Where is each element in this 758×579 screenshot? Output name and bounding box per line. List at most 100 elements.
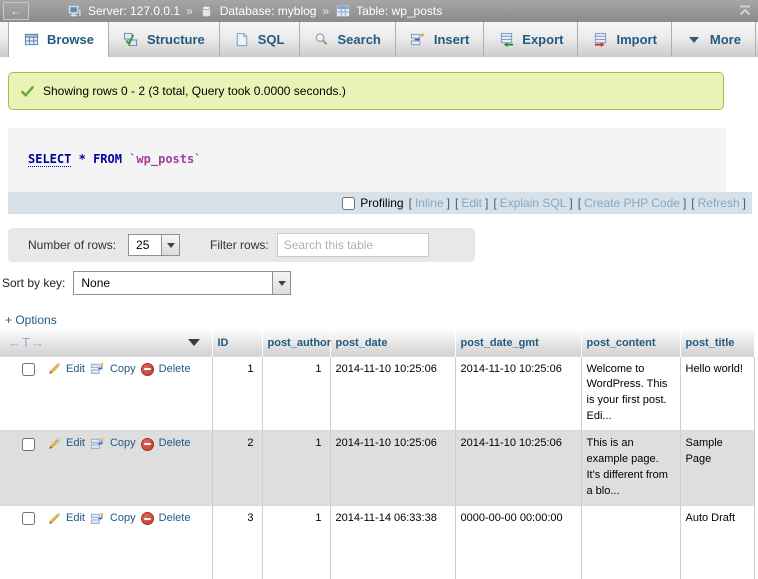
breadcrumb-separator: »: [186, 4, 193, 18]
delete-icon: [141, 512, 154, 525]
create-php-code-link[interactable]: Create PHP Code: [584, 196, 680, 210]
profiling-link-explain: [Explain SQL]: [493, 196, 572, 210]
database-icon: [199, 3, 215, 19]
sql-query-box: SELECT * FROM `wp_posts`: [8, 128, 726, 192]
back-arrow-icon: ←: [10, 4, 22, 18]
tab-more[interactable]: More: [672, 22, 756, 57]
bracket: [: [493, 196, 496, 210]
row-checkbox[interactable]: [22, 363, 35, 376]
search-icon: [314, 32, 330, 48]
edit-link[interactable]: Edit: [66, 362, 85, 378]
edit-pencil-icon: [46, 362, 61, 377]
copy-link[interactable]: Copy: [110, 511, 136, 527]
table-row: Edit Copy Delete 3 1 2014-11-14 06:33:38…: [0, 506, 754, 579]
edit-link[interactable]: Edit: [66, 436, 85, 452]
sort-by-key-select[interactable]: None: [73, 271, 291, 295]
explain-sql-link[interactable]: Explain SQL: [500, 196, 567, 210]
dropdown-arrow-icon: [161, 235, 179, 255]
bracket: [: [691, 196, 694, 210]
tab-browse[interactable]: Browse: [8, 22, 109, 57]
column-header-id[interactable]: ID: [212, 330, 262, 356]
breadcrumb-server-label: Server: 127.0.0.1: [88, 4, 180, 18]
tab-label: Import: [616, 32, 656, 47]
sql-keyword: FROM: [93, 152, 122, 166]
tab-structure[interactable]: Structure: [109, 22, 220, 57]
transpose-icon[interactable]: ←T→: [8, 335, 45, 350]
table-row: Edit Copy Delete 2 1 2014-11-10 10:25:06…: [0, 431, 754, 506]
query-toolbar: Profiling [Inline] [Edit] [Explain SQL] …: [8, 192, 752, 214]
table-icon: [335, 3, 351, 19]
profiling-link-inline: [Inline]: [409, 196, 450, 210]
success-message: Showing rows 0 - 2 (3 total, Query took …: [8, 72, 724, 110]
collapse-icon[interactable]: [737, 3, 753, 19]
sort-options-icon[interactable]: [188, 339, 200, 346]
row-checkbox[interactable]: [22, 438, 35, 451]
copy-icon: [90, 362, 105, 377]
bracket: ]: [683, 196, 686, 210]
filter-rows-input[interactable]: [277, 233, 429, 257]
row-checkbox[interactable]: [22, 512, 35, 525]
rows-control-bar: Number of rows: 25 Filter rows:: [8, 228, 475, 262]
tab-label: Browse: [47, 32, 94, 47]
cell-post-title: Sample Page: [680, 431, 754, 506]
number-of-rows-select[interactable]: 25: [128, 234, 180, 256]
tab-insert[interactable]: Insert: [396, 22, 484, 57]
number-of-rows-label: Number of rows:: [28, 238, 116, 252]
cell-post-content: This is an example page. It's different …: [581, 431, 680, 506]
tab-sql[interactable]: SQL: [220, 22, 300, 57]
success-check-icon: [19, 83, 35, 99]
cell-post-date-gmt: 2014-11-10 10:25:06: [455, 356, 581, 431]
delete-icon: [141, 438, 154, 451]
breadcrumb: Server: 127.0.0.1 » Database: myblog » T…: [67, 3, 442, 19]
back-button[interactable]: ←: [3, 2, 29, 20]
server-icon: [67, 3, 83, 19]
more-icon: [686, 32, 702, 48]
breadcrumb-database[interactable]: Database: myblog: [199, 3, 317, 19]
cell-post-author: 1: [262, 431, 330, 506]
sql-query-text: SELECT * FROM `wp_posts`: [28, 152, 201, 166]
options-toggle[interactable]: + Options: [5, 313, 57, 327]
tab-bar: Browse Structure SQL Search Insert Expor…: [0, 22, 758, 57]
breadcrumb-server[interactable]: Server: 127.0.0.1: [67, 3, 180, 19]
column-header-post-content[interactable]: post_content: [581, 330, 680, 356]
bracket: [: [409, 196, 412, 210]
cell-post-title: Hello world!: [680, 356, 754, 431]
copy-link[interactable]: Copy: [110, 362, 136, 378]
profiling-checkbox[interactable]: [342, 197, 355, 210]
cell-post-date-gmt: 0000-00-00 00:00:00: [455, 506, 581, 579]
profiling-label: Profiling: [360, 196, 403, 210]
tab-label: Export: [522, 32, 563, 47]
edit-query-link[interactable]: Edit: [461, 196, 482, 210]
bracket: [: [578, 196, 581, 210]
number-of-rows-value: 25: [129, 235, 161, 255]
cell-post-date: 2014-11-10 10:25:06: [330, 431, 455, 506]
column-header-post-date[interactable]: post_date: [330, 330, 455, 356]
tab-label: Structure: [147, 32, 205, 47]
browse-icon: [23, 32, 39, 48]
table-row: Edit Copy Delete 1 1 2014-11-10 10:25:06…: [0, 356, 754, 431]
cell-id: 2: [212, 431, 262, 506]
cell-post-author: 1: [262, 506, 330, 579]
cell-post-date: 2014-11-14 06:33:38: [330, 506, 455, 579]
delete-link[interactable]: Delete: [159, 362, 191, 378]
edit-pencil-icon: [46, 437, 61, 452]
delete-link[interactable]: Delete: [159, 436, 191, 452]
tab-export[interactable]: Export: [484, 22, 578, 57]
copy-link[interactable]: Copy: [110, 436, 136, 452]
inline-link[interactable]: Inline: [415, 196, 444, 210]
bracket: ]: [485, 196, 488, 210]
breadcrumb-table[interactable]: Table: wp_posts: [335, 3, 442, 19]
copy-icon: [90, 511, 105, 526]
tab-import[interactable]: Import: [578, 22, 671, 57]
column-header-post-title[interactable]: post_title: [680, 330, 754, 356]
edit-link[interactable]: Edit: [66, 511, 85, 527]
column-header-post-author[interactable]: post_author: [262, 330, 330, 356]
export-icon: [498, 32, 514, 48]
refresh-link[interactable]: Refresh: [698, 196, 740, 210]
table-header-row: ←T→ ID post_author post_date post_date_g…: [0, 330, 754, 356]
column-header-post-date-gmt[interactable]: post_date_gmt: [455, 330, 581, 356]
tab-search[interactable]: Search: [300, 22, 396, 57]
delete-link[interactable]: Delete: [159, 511, 191, 527]
tab-label: Search: [338, 32, 381, 47]
delete-icon: [141, 363, 154, 376]
